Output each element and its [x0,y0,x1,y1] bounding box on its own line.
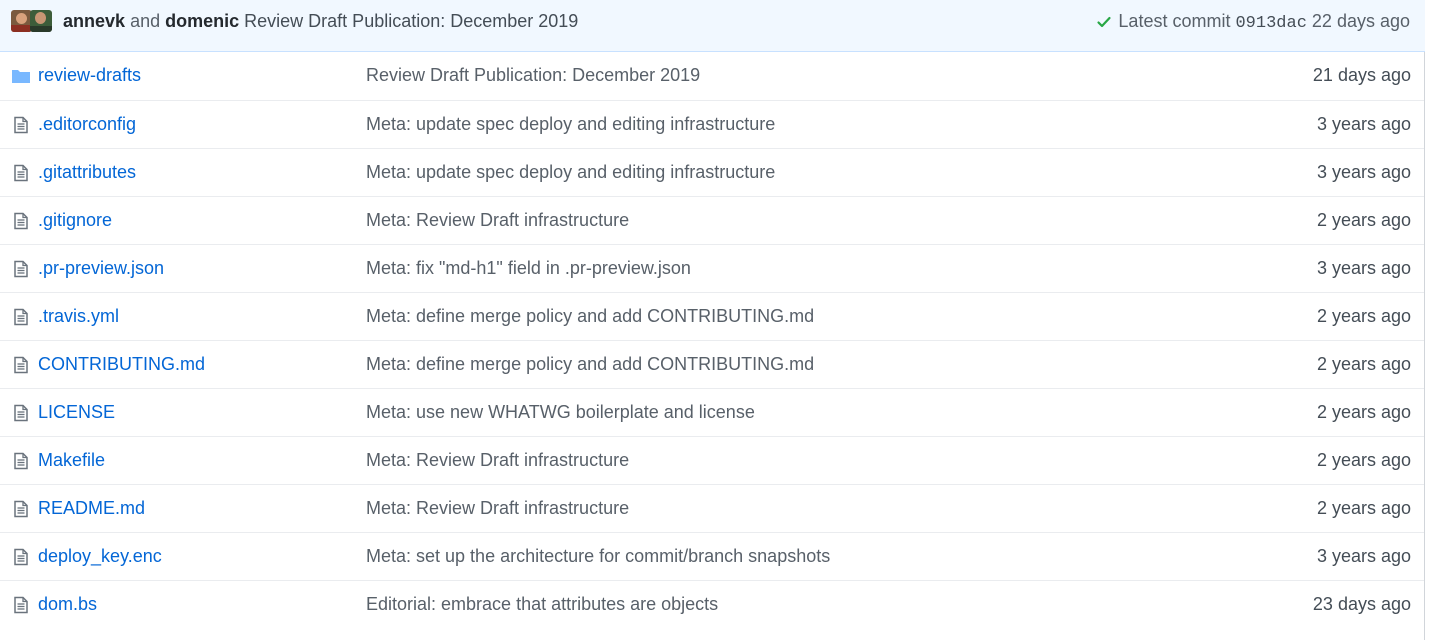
file-commit-message-link[interactable]: Meta: Review Draft infrastructure [366,498,629,519]
file-commit-message-link[interactable]: Editorial: embrace that attributes are o… [366,594,718,615]
file-name-link[interactable]: Makefile [38,450,105,471]
file-commit-age: 3 years ago [1316,162,1411,182]
avatar[interactable] [30,10,52,32]
file-commit-age: 23 days ago [1312,594,1411,614]
commit-message-link[interactable]: Review Draft Publication: December 2019 [244,11,578,31]
file-row[interactable]: .editorconfig Meta: update spec deploy an… [0,100,1424,148]
file-commit-age: 3 years ago [1316,258,1411,278]
file-icon [11,404,31,422]
file-row[interactable]: .gitignore Meta: Review Draft infrastruct… [0,196,1424,244]
file-commit-message-link[interactable]: Meta: Review Draft infrastructure [366,450,629,471]
file-row[interactable]: CONTRIBUTING.md Meta: define merge policy… [0,340,1424,388]
folder-icon [11,67,31,85]
file-icon [11,356,31,374]
file-row[interactable]: .gitattributes Meta: update spec deploy a… [0,148,1424,196]
file-name-link[interactable]: review-drafts [38,65,141,86]
file-name-link[interactable]: dom.bs [38,594,97,615]
file-name-link[interactable]: README.md [38,498,145,519]
file-commit-age: 3 years ago [1316,546,1411,566]
commit-author-link[interactable]: annevk [63,11,125,31]
file-list: review-drafts Review Draft Publication: D… [0,52,1424,628]
file-icon [11,596,31,614]
file-row[interactable]: .pr-preview.json Meta: fix "md-h1" field … [0,244,1424,292]
file-name-link[interactable]: .travis.yml [38,306,119,327]
file-commit-message-link[interactable]: Review Draft Publication: December 2019 [366,65,700,86]
commit-sha-link[interactable]: 0913dac [1235,14,1306,33]
file-icon [11,212,31,230]
file-commit-message-link[interactable]: Meta: update spec deploy and editing inf… [366,114,775,135]
file-commit-age: 2 years ago [1316,210,1411,230]
file-row[interactable]: .travis.yml Meta: define merge policy and… [0,292,1424,340]
commit-age: 22 days ago [1311,11,1410,31]
file-name-link[interactable]: CONTRIBUTING.md [38,354,205,375]
file-name-link[interactable]: LICENSE [38,402,115,423]
file-commit-age: 2 years ago [1316,354,1411,374]
latest-commit-label: Latest commit [1118,11,1231,31]
check-icon [1097,16,1112,28]
file-icon [11,452,31,470]
file-row[interactable]: README.md Meta: Review Draft infrastructu… [0,484,1424,532]
file-icon [11,260,31,278]
file-name-link[interactable]: .editorconfig [38,114,136,135]
file-commit-age: 2 years ago [1316,402,1411,422]
file-commit-age: 3 years ago [1316,114,1411,134]
file-commit-message-link[interactable]: Meta: define merge policy and add CONTRI… [366,306,814,327]
latest-commit-bar: annevk and domenic Review Draft Publicat… [0,0,1425,52]
file-icon [11,308,31,326]
file-commit-age: 2 years ago [1316,306,1411,326]
file-commit-age: 2 years ago [1316,450,1411,470]
latest-commit-info: Latest commit 0913dac 22 days ago [1096,11,1410,33]
file-commit-message-link[interactable]: Meta: fix "md-h1" field in .pr-preview.j… [366,258,691,279]
commit-author-link[interactable]: domenic [165,11,239,31]
file-commit-age: 2 years ago [1316,498,1411,518]
commit-and-text: and [130,11,161,31]
avatar[interactable] [11,10,32,32]
file-commit-message-link[interactable]: Meta: Review Draft infrastructure [366,210,629,231]
file-icon [11,500,31,518]
file-name-link[interactable]: .gitignore [38,210,112,231]
file-name-link[interactable]: .gitattributes [38,162,136,183]
commit-summary: annevk and domenic Review Draft Publicat… [63,11,578,32]
file-commit-age: 21 days ago [1312,65,1411,85]
file-row[interactable]: Makefile Meta: Review Draft infrastructur… [0,436,1424,484]
file-row[interactable]: LICENSE Meta: use new WHATWG boilerplate … [0,388,1424,436]
file-commit-message-link[interactable]: Meta: define merge policy and add CONTRI… [366,354,814,375]
file-commit-message-link[interactable]: Meta: set up the architecture for commit… [366,546,830,567]
file-icon [11,164,31,182]
file-name-link[interactable]: deploy_key.enc [38,546,162,567]
file-row[interactable]: review-drafts Review Draft Publication: D… [0,52,1424,100]
file-icon [11,548,31,566]
file-icon [11,116,31,134]
file-name-link[interactable]: .pr-preview.json [38,258,164,279]
file-commit-message-link[interactable]: Meta: use new WHATWG boilerplate and lic… [366,402,755,423]
file-row[interactable]: deploy_key.enc Meta: set up the architect… [0,532,1424,580]
file-commit-message-link[interactable]: Meta: update spec deploy and editing inf… [366,162,775,183]
file-browser: annevk and domenic Review Draft Publicat… [0,0,1425,640]
